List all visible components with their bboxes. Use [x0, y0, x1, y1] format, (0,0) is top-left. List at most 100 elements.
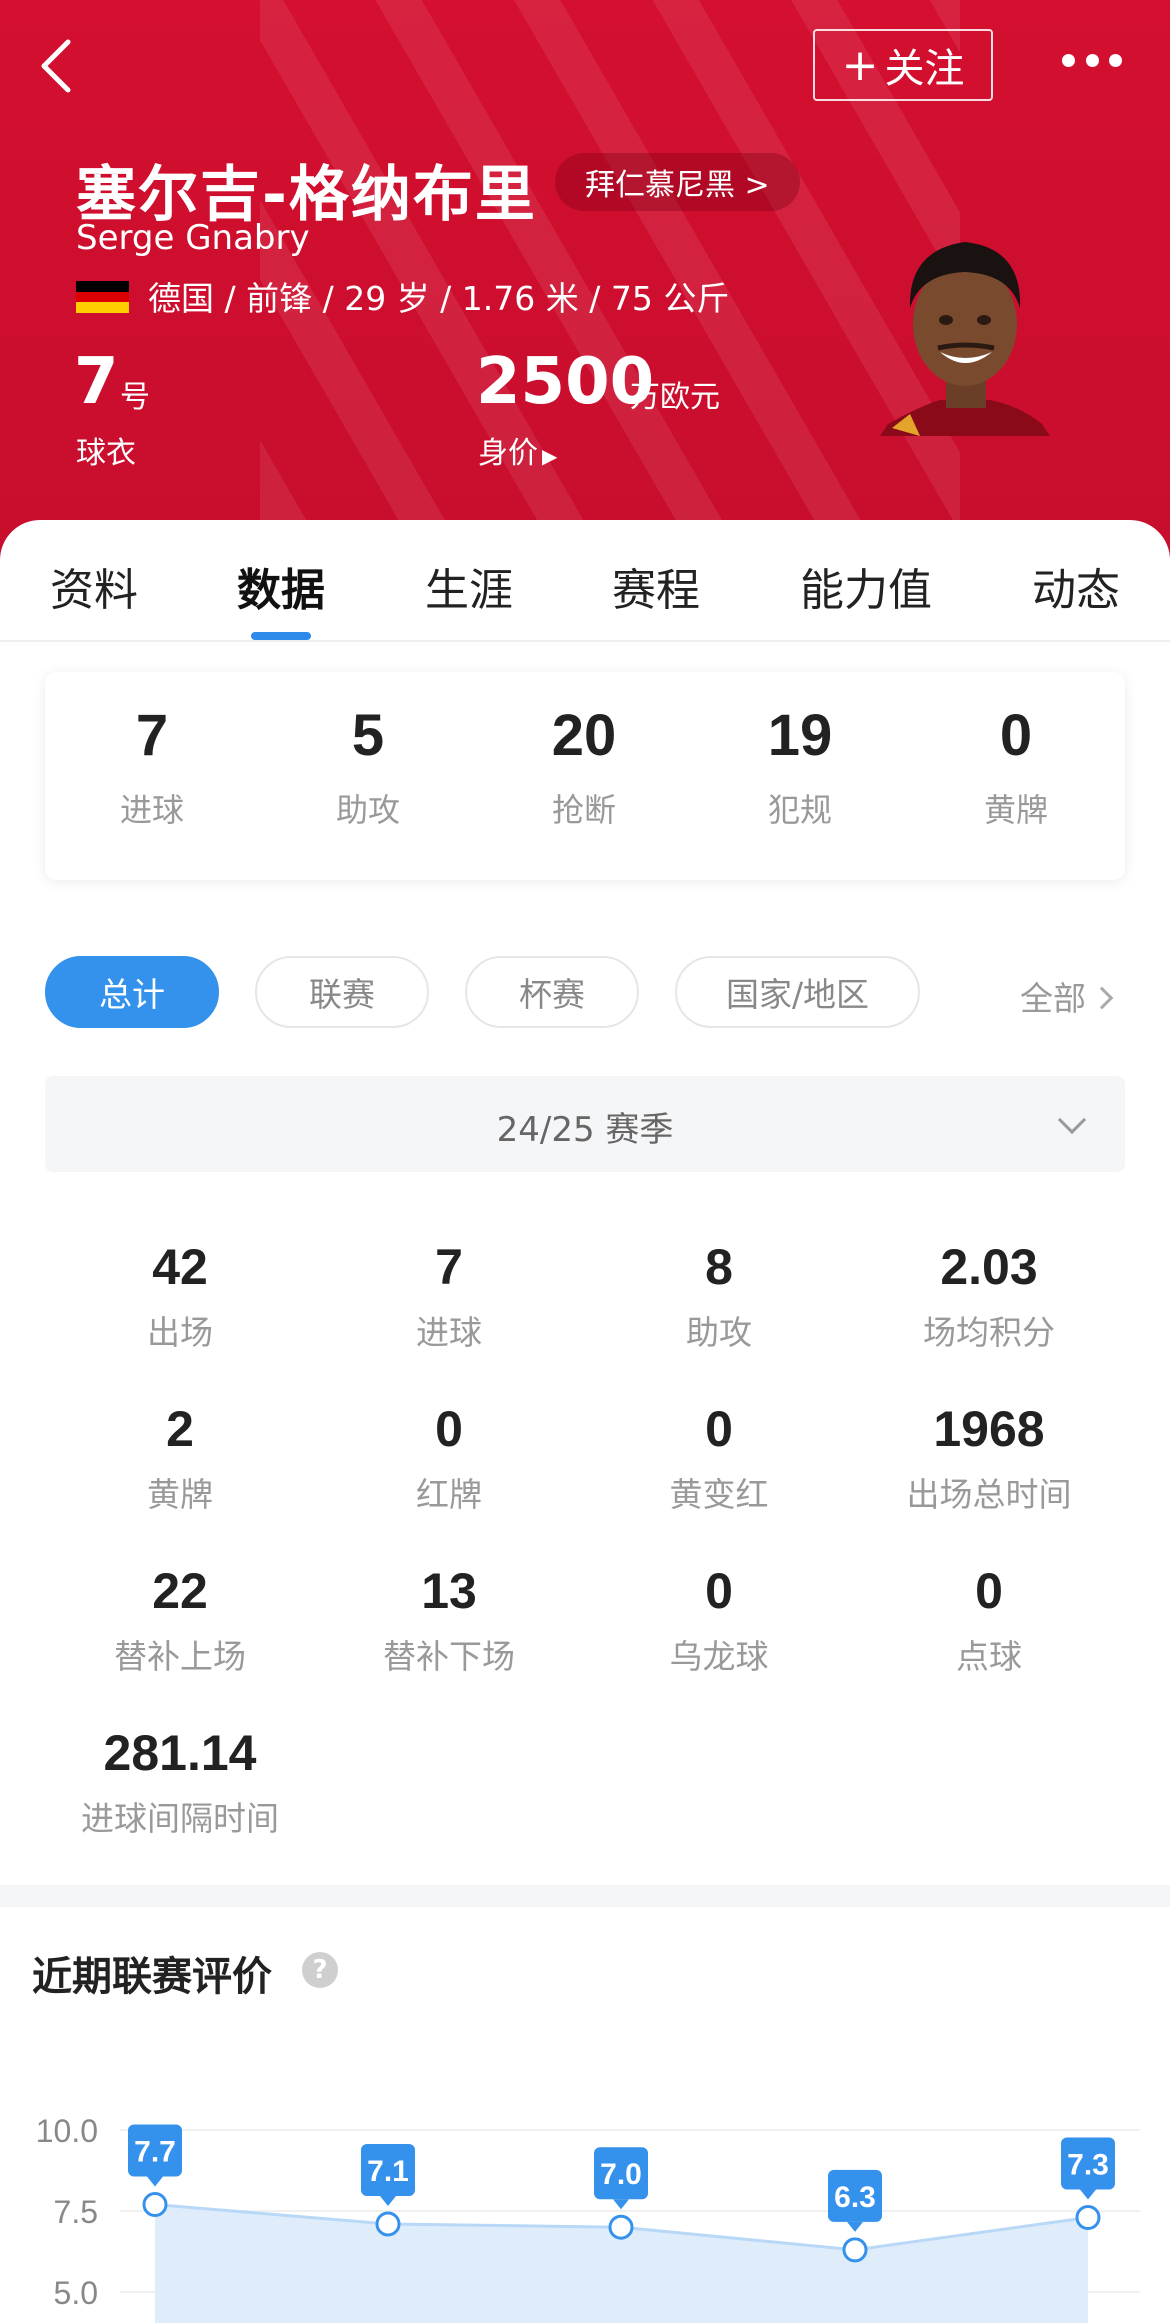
rating-badge-pointer	[147, 2176, 163, 2187]
stat-label: 进球间隔时间	[81, 1799, 279, 1838]
follow-label: 关注	[884, 46, 965, 92]
shirt-label: 球衣	[76, 436, 136, 471]
summary-label: 黄牌	[983, 791, 1048, 829]
tab-bar: 资料 数据 生涯 赛程 能力值 动态	[0, 520, 1170, 642]
summary-item: 5 助攻	[268, 702, 468, 831]
summary-value: 19	[767, 703, 833, 768]
rating-point	[842, 2237, 868, 2263]
stat-item: 2.03 场均积分	[859, 1238, 1119, 1354]
follow-button[interactable]: + 关注	[813, 29, 993, 101]
rating-data-label: 7.3	[1067, 2148, 1109, 2181]
y-tick-label: 5.0	[54, 2275, 98, 2311]
tab-news[interactable]: 动态	[1032, 554, 1120, 618]
stat-value: 281.14	[103, 1725, 257, 1781]
filter-all-button[interactable]: 全部	[1020, 972, 1114, 1020]
stat-item: 42 出场	[50, 1238, 310, 1354]
market-value-link[interactable]: 身价 ▶	[478, 428, 557, 472]
stat-label: 助攻	[686, 1313, 752, 1352]
stat-label: 出场总时间	[906, 1475, 1072, 1514]
filter-all-label: 全部	[1020, 979, 1086, 1018]
stat-item: 0 乌龙球	[589, 1562, 849, 1678]
player-name-en: Serge Gnabry	[76, 218, 310, 258]
rating-point	[608, 2214, 634, 2240]
summary-label: 助攻	[335, 791, 400, 829]
stat-item: 281.14 进球间隔时间	[50, 1724, 310, 1840]
rating-badge-pointer	[847, 2221, 863, 2232]
rating-point	[375, 2211, 401, 2237]
stat-label: 黄变红	[669, 1475, 769, 1514]
stat-value: 0	[975, 1563, 1003, 1619]
filter-cup[interactable]: 杯赛	[465, 956, 639, 1028]
stat-label: 黄牌	[147, 1475, 213, 1514]
tab-profile[interactable]: 资料	[50, 554, 138, 618]
shirt-number: 7	[74, 345, 119, 419]
stat-value: 0	[705, 1401, 733, 1457]
tab-schedule[interactable]: 赛程	[612, 554, 700, 618]
stat-value: 0	[435, 1401, 463, 1457]
rating-badge-pointer	[1080, 2189, 1096, 2200]
active-tab-indicator	[251, 632, 311, 640]
rating-badge-pointer	[613, 2199, 629, 2210]
stat-item: 22 替补上场	[50, 1562, 310, 1678]
rating-point	[142, 2192, 168, 2218]
summary-label: 犯规	[767, 791, 832, 829]
market-value-unit: 万欧元	[630, 380, 720, 415]
stat-item: 7 进球	[319, 1238, 579, 1354]
stat-label: 进球	[416, 1313, 482, 1352]
chevron-right-icon	[1090, 986, 1114, 1010]
filter-total[interactable]: 总计	[45, 956, 219, 1028]
help-icon[interactable]: ?	[302, 1952, 338, 1988]
filter-league[interactable]: 联赛	[255, 956, 429, 1028]
stat-item: 0 黄变红	[589, 1400, 849, 1516]
market-value-label: 身价	[478, 436, 538, 471]
stat-label: 替补上场	[114, 1637, 246, 1676]
stat-value: 0	[705, 1563, 733, 1619]
summary-value: 0	[999, 703, 1033, 768]
back-arrow-icon[interactable]	[34, 36, 82, 96]
tab-career[interactable]: 生涯	[425, 554, 513, 618]
more-menu-icon[interactable]	[1062, 54, 1122, 70]
club-link[interactable]: 拜仁慕尼黑 >	[555, 153, 800, 211]
stat-label: 点球	[956, 1637, 1022, 1676]
y-tick-label: 7.5	[54, 2194, 98, 2230]
germany-flag-icon	[76, 281, 129, 313]
tab-data[interactable]: 数据	[237, 554, 325, 618]
stat-item: 8 助攻	[589, 1238, 849, 1354]
rating-point	[1075, 2204, 1101, 2230]
summary-value: 5	[351, 703, 385, 768]
player-bio: 德国 / 前锋 / 29 岁 / 1.76 米 / 75 公斤	[148, 279, 730, 318]
stat-item: 0 点球	[859, 1562, 1119, 1678]
rating-badge-pointer	[380, 2195, 396, 2206]
player-header: + 关注 塞尔吉-格纳布里 拜仁慕尼黑 > Serge Gnabry 德国 / …	[0, 0, 1170, 560]
stat-label: 替补下场	[383, 1637, 515, 1676]
player-avatar	[880, 242, 1050, 436]
summary-label: 进球	[119, 791, 184, 829]
stat-value: 22	[152, 1563, 208, 1619]
market-value: 2500	[476, 345, 655, 419]
summary-card: 7 进球 5 助攻 20 抢断 19 犯规 0 黄牌	[45, 672, 1125, 880]
rating-section-title: 近期联赛评价	[32, 1954, 272, 2000]
summary-value: 20	[551, 703, 617, 768]
stat-value: 2.03	[940, 1239, 1038, 1295]
plus-icon: +	[841, 39, 879, 91]
rating-data-label: 7.1	[367, 2155, 409, 2188]
season-value: 24/25 赛季	[496, 1110, 674, 1150]
rating-data-label: 6.3	[834, 2181, 876, 2214]
stat-item: 2 黄牌	[50, 1400, 310, 1516]
season-select[interactable]: 24/25 赛季	[45, 1076, 1125, 1172]
stat-item: 0 红牌	[319, 1400, 579, 1516]
stat-item: 1968 出场总时间	[859, 1400, 1119, 1516]
filter-national[interactable]: 国家/地区	[675, 956, 920, 1028]
summary-item: 19 犯规	[700, 702, 900, 831]
tab-ability[interactable]: 能力值	[800, 554, 932, 618]
summary-item: 7 进球	[52, 702, 252, 831]
caret-right-icon: ▶	[542, 444, 558, 468]
stat-label: 红牌	[416, 1475, 482, 1514]
stat-label: 场均积分	[923, 1313, 1055, 1352]
summary-item: 20 抢断	[484, 702, 684, 831]
y-tick-label: 10.0	[36, 2113, 98, 2149]
stat-value: 2	[166, 1401, 194, 1457]
summary-label: 抢断	[551, 791, 616, 829]
stat-value: 13	[421, 1563, 477, 1619]
summary-item: 0 黄牌	[916, 702, 1116, 831]
